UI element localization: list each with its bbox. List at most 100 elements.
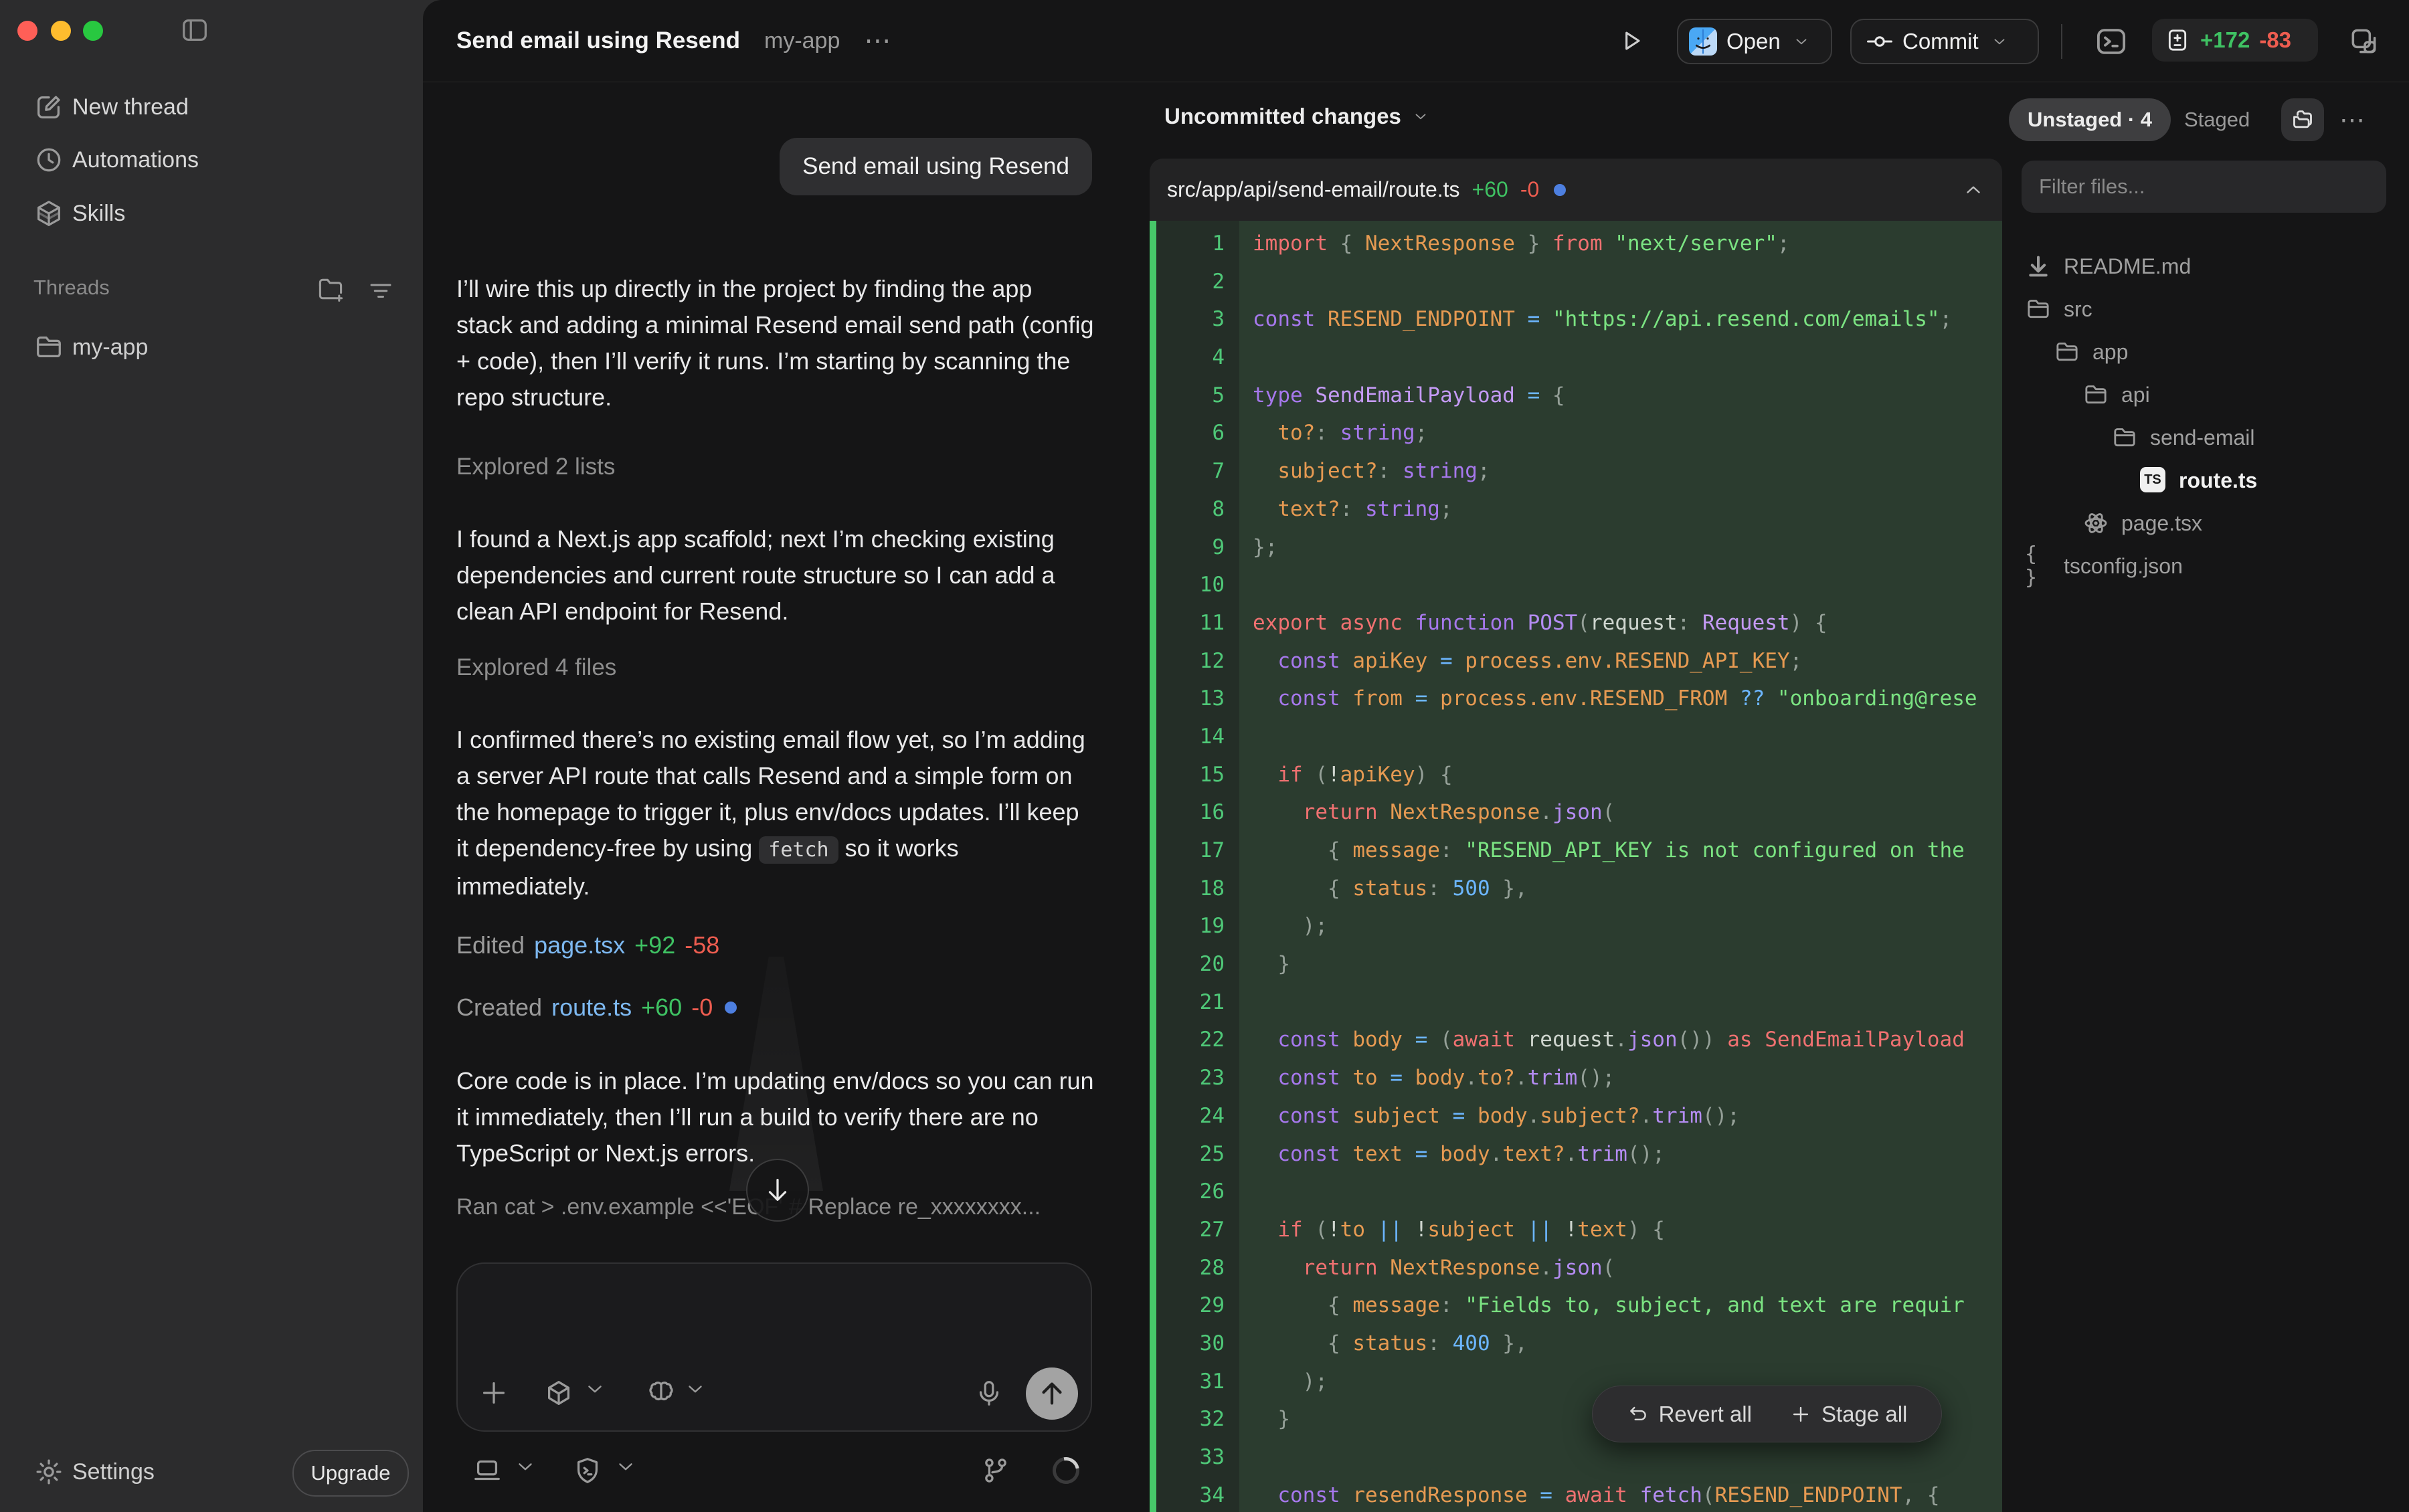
device-laptop-icon[interactable]: [472, 1455, 503, 1486]
run-play-icon[interactable]: [1617, 26, 1646, 56]
thread-menu-icon[interactable]: ⋯: [864, 25, 893, 56]
created-file-link[interactable]: route.ts: [551, 994, 632, 1022]
code-line: 18 { status: 500 },: [1150, 870, 2002, 908]
sidebar-item-new-thread[interactable]: New thread: [0, 85, 423, 129]
diff-stats-badge[interactable]: +172 -83: [2152, 19, 2318, 62]
tree-item-label: page.tsx: [2121, 511, 2202, 536]
revert-all-button[interactable]: Revert all: [1627, 1402, 1752, 1427]
line-number: 21: [1150, 983, 1239, 1022]
chevron-down-icon[interactable]: [614, 1455, 637, 1486]
collapse-chevron-icon[interactable]: [1962, 179, 1985, 201]
code-text: [1239, 339, 1253, 377]
code-line: 16 return NextResponse.json(: [1150, 793, 2002, 832]
edited-file-row[interactable]: Edited page.tsx +92 -58: [456, 931, 719, 959]
sidebar-item-automations[interactable]: Automations: [0, 138, 423, 182]
line-number: 10: [1150, 566, 1239, 604]
sidebar-item-skills[interactable]: Skills: [0, 191, 423, 235]
scroll-to-bottom-button[interactable]: [746, 1159, 809, 1222]
chevron-down-icon: [1412, 108, 1429, 125]
code-line: 2: [1150, 263, 2002, 301]
attach-plus-icon[interactable]: [478, 1378, 509, 1408]
commit-button[interactable]: Commit: [1850, 19, 2039, 64]
code-text: [1239, 566, 1253, 604]
tree-item-readme-md[interactable]: README.md: [2009, 245, 2409, 288]
explored-lists-row[interactable]: Explored 2 lists: [456, 454, 615, 480]
tree-view-toggle-button[interactable]: [2281, 98, 2324, 141]
finder-icon: [1689, 27, 1717, 56]
line-number: 24: [1150, 1097, 1239, 1135]
code-text: const resendResponse = await fetch(RESEN…: [1239, 1477, 1940, 1512]
chat-input[interactable]: [475, 1278, 1067, 1354]
stage-all-label: Stage all: [1821, 1402, 1907, 1427]
tree-item-label: api: [2121, 383, 2150, 407]
code-text: const to = body.to?.trim();: [1239, 1059, 1615, 1097]
open-button[interactable]: Open: [1677, 19, 1832, 64]
code-line: 12 const apiKey = process.env.RESEND_API…: [1150, 642, 2002, 680]
model-cube-icon[interactable]: [543, 1378, 574, 1408]
tree-item-api[interactable]: api: [2009, 373, 2409, 416]
code-line: 23 const to = body.to?.trim();: [1150, 1059, 2002, 1097]
edit-verb: Edited: [456, 931, 525, 959]
sidebar-toggle-icon[interactable]: [179, 15, 210, 45]
tree-item-page-tsx[interactable]: page.tsx: [2009, 502, 2409, 545]
code-text: const from = process.env.RESEND_FROM ?? …: [1239, 680, 1977, 718]
sidebar-item-label: Automations: [72, 147, 199, 173]
code-text: if (!to || !subject || !text) {: [1239, 1211, 1665, 1249]
send-button[interactable]: [1026, 1367, 1078, 1420]
tree-item-route-ts[interactable]: TSroute.ts: [2009, 459, 2409, 502]
react-icon: [2082, 510, 2109, 537]
tree-item-src[interactable]: src: [2009, 288, 2409, 330]
line-number: 23: [1150, 1059, 1239, 1097]
unsaved-dot: [725, 1002, 737, 1014]
uncommitted-changes-header[interactable]: Uncommitted changes: [1164, 104, 1429, 129]
tab-staged[interactable]: Staged: [2184, 98, 2250, 141]
folder-icon: [2082, 381, 2109, 408]
line-number: 17: [1150, 832, 1239, 870]
window-minimize-button[interactable]: [51, 21, 71, 41]
file-diff-icon: [2164, 27, 2191, 54]
chevron-down-icon[interactable]: [684, 1378, 707, 1408]
diff-file-header[interactable]: src/app/api/send-email/route.ts +60 -0: [1150, 159, 2002, 221]
code-text: { message: "RESEND_API_KEY is not config…: [1239, 832, 1965, 870]
explored-files-row[interactable]: Explored 4 files: [456, 654, 616, 681]
window-zoom-button[interactable]: [83, 21, 103, 41]
tree-item-tsconfig-json[interactable]: { }tsconfig.json: [2009, 545, 2409, 587]
ts-icon: TS: [2140, 467, 2167, 494]
microphone-icon[interactable]: [974, 1378, 1004, 1408]
filter-files-input[interactable]: [2022, 161, 2386, 213]
tree-item-send-email[interactable]: send-email: [2009, 416, 2409, 459]
upgrade-button[interactable]: Upgrade: [292, 1450, 409, 1497]
arrow-up-icon: [1037, 1378, 1067, 1409]
filter-threads-icon[interactable]: [367, 276, 395, 304]
git-branch-icon[interactable]: [980, 1455, 1011, 1486]
created-file-row[interactable]: Created route.ts +60 -0: [456, 994, 737, 1022]
tree-item-app[interactable]: app: [2009, 330, 2409, 373]
code-text: };: [1239, 529, 1277, 567]
shield-terminal-icon[interactable]: [572, 1455, 603, 1486]
terminal-icon[interactable]: [2093, 23, 2129, 60]
chevron-down-icon[interactable]: [584, 1378, 606, 1408]
added-count: +60: [641, 994, 682, 1022]
code-text: [1239, 718, 1253, 756]
edited-file-link[interactable]: page.tsx: [534, 931, 625, 959]
code-line: 8 text?: string;: [1150, 490, 2002, 529]
code-line: 21: [1150, 983, 2002, 1022]
code-line: 34 const resendResponse = await fetch(RE…: [1150, 1477, 2002, 1512]
commit-label: Commit: [1902, 29, 1979, 54]
sidebar: New thread Automations Skills Threads my…: [0, 0, 423, 1512]
sidebar-thread-my-app[interactable]: my-app: [0, 325, 423, 369]
window-close-button[interactable]: [17, 21, 37, 41]
chevron-down-icon: [1793, 33, 1810, 50]
code-text: { status: 400 },: [1239, 1325, 1528, 1363]
code-text: }: [1239, 945, 1290, 983]
tree-more-icon[interactable]: ⋯: [2339, 98, 2367, 141]
chevron-down-icon[interactable]: [514, 1455, 537, 1486]
windows-layout-icon[interactable]: [2347, 25, 2381, 58]
code-text: [1239, 263, 1253, 301]
tree-item-label: README.md: [2064, 254, 2191, 279]
stage-all-button[interactable]: Stage all: [1789, 1402, 1907, 1427]
brain-icon[interactable]: [646, 1378, 677, 1408]
tab-unstaged[interactable]: Unstaged · 4: [2009, 98, 2171, 141]
line-number: 6: [1150, 414, 1239, 452]
new-folder-icon[interactable]: [316, 274, 345, 304]
